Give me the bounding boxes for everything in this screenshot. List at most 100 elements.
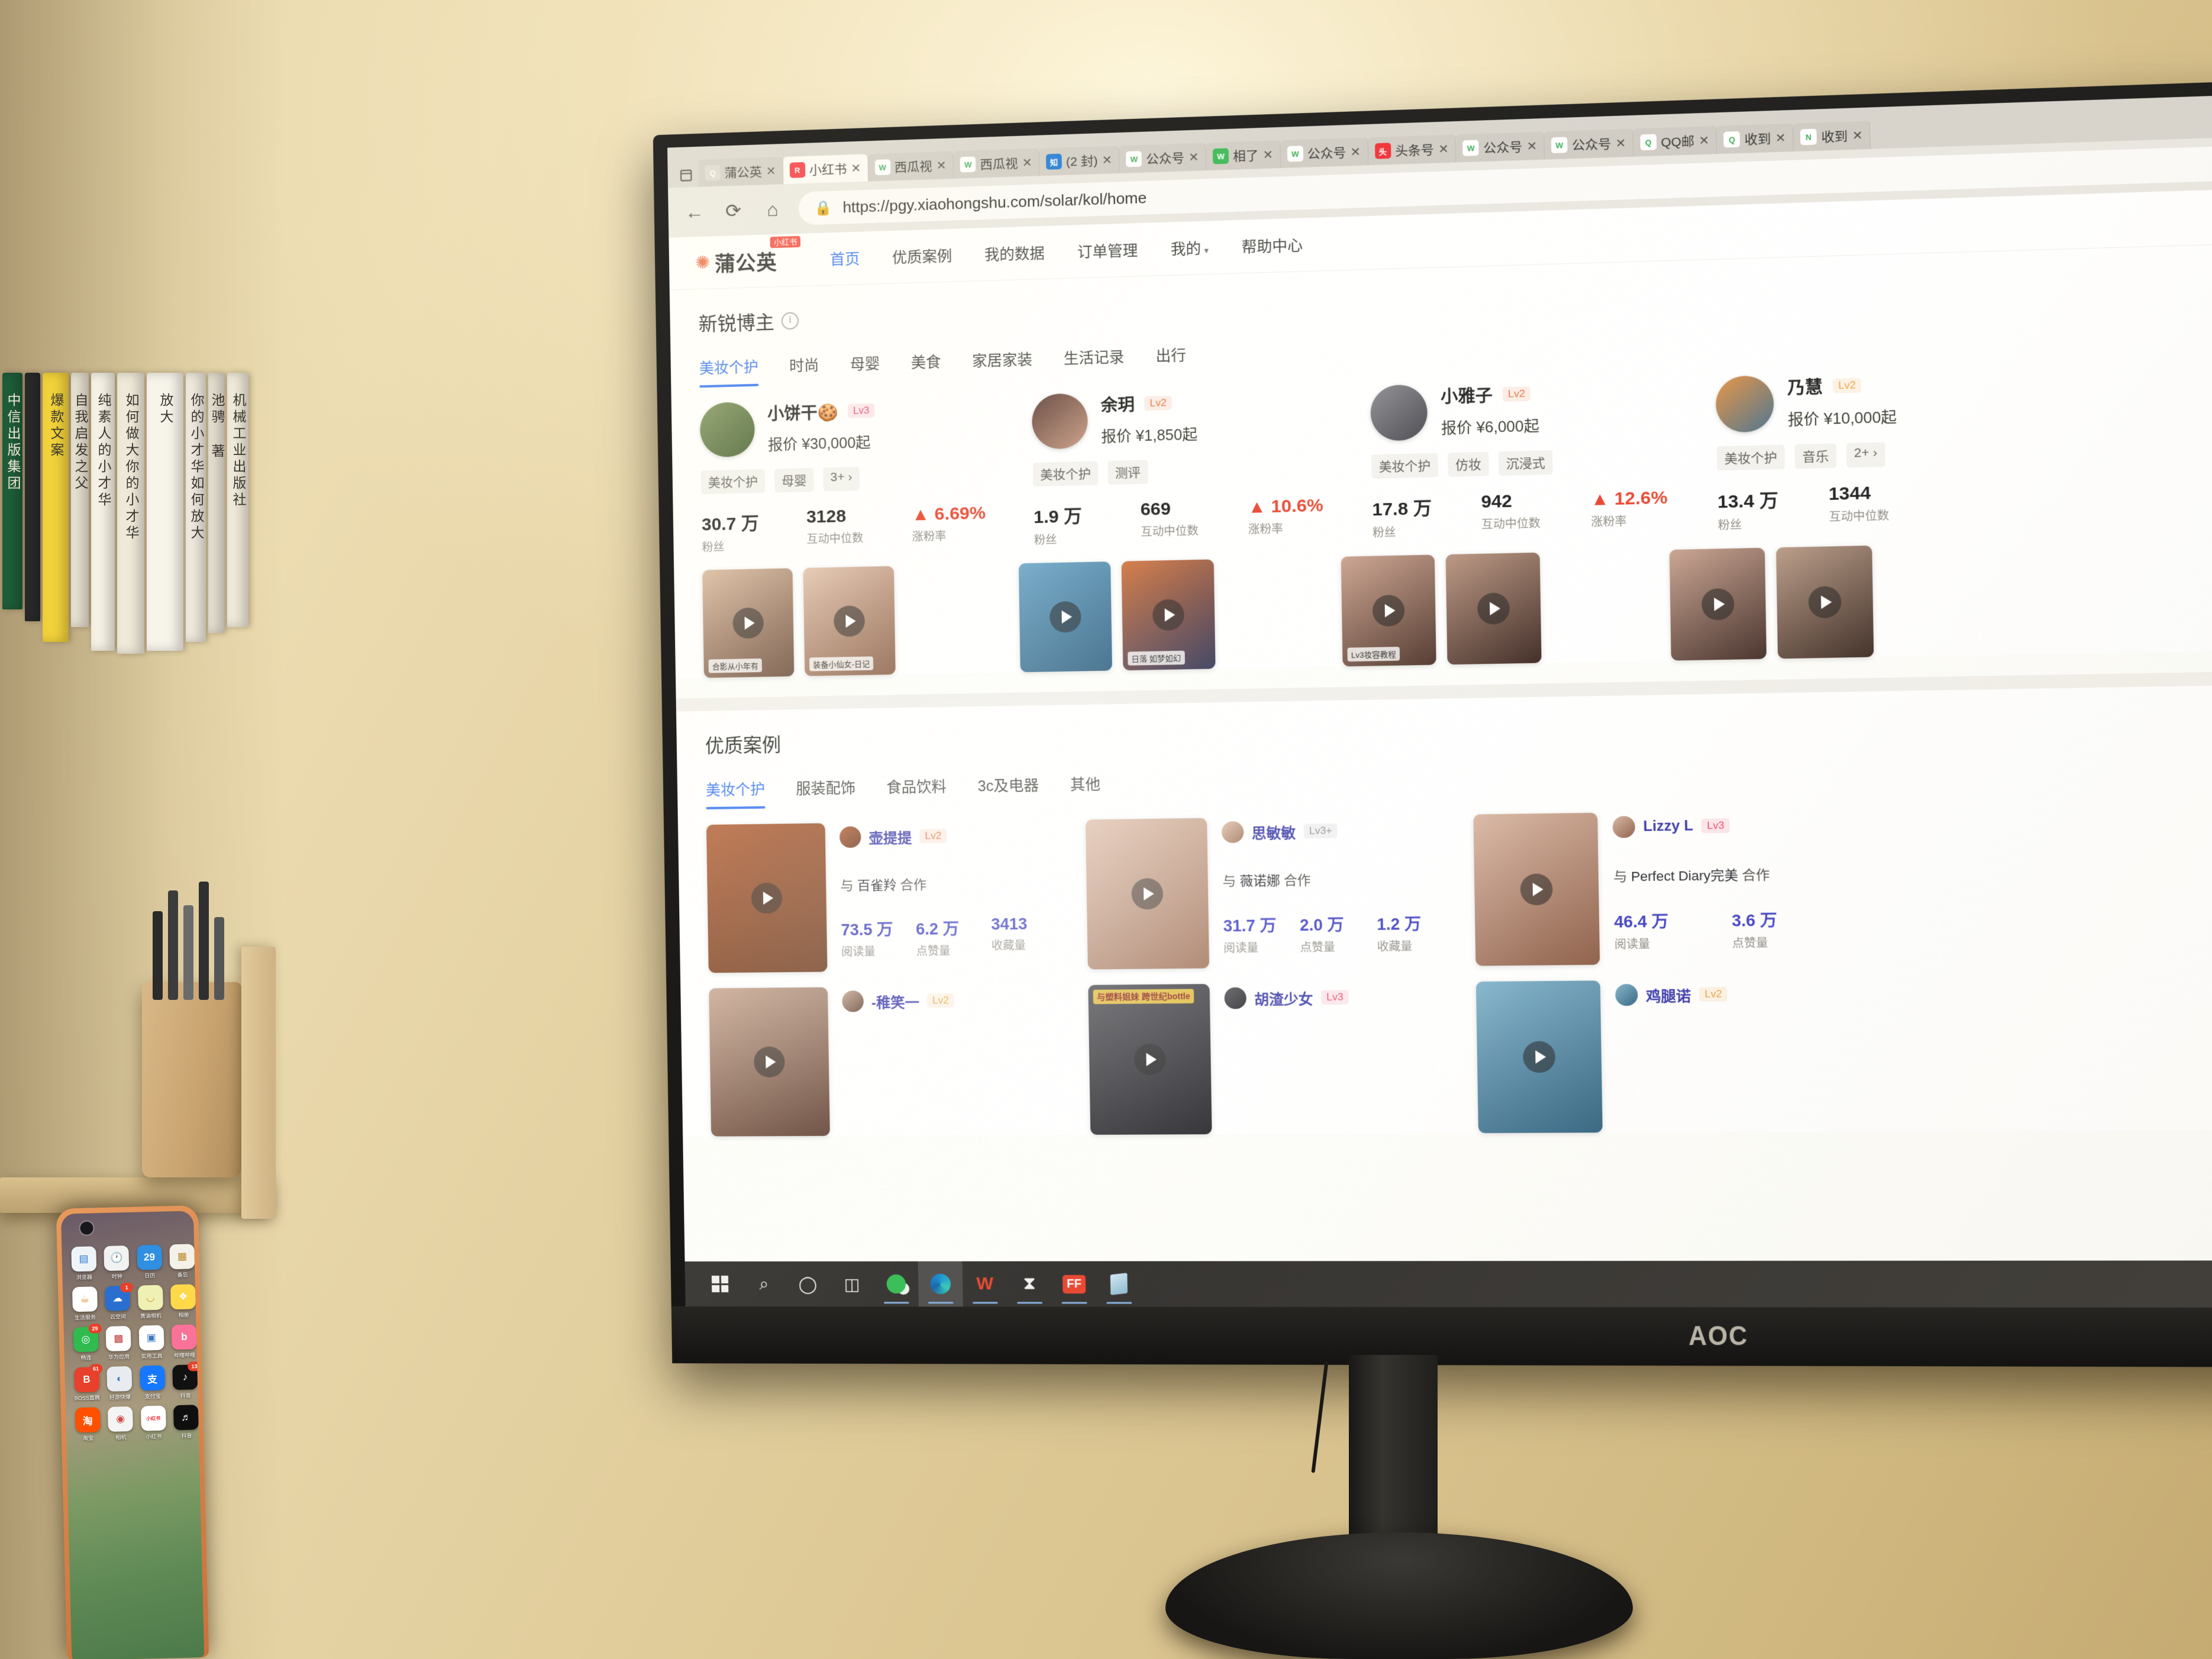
case-tab-食品饮料[interactable]: 食品饮料 [886, 774, 965, 806]
browser-tab[interactable]: W 公众号 ✕ [1455, 131, 1545, 163]
blogger-card[interactable]: 小雅子 Lv2 报价 ¥6,000起 美妆个护 仿妆 沉浸式 17.8 万粉丝 942 互动中位… [1370, 377, 1718, 540]
phone-app[interactable]: ♪ 13 抖音 [170, 1361, 201, 1399]
phone-app[interactable]: 支支付宝 [137, 1365, 167, 1400]
tab-close-icon[interactable]: ✕ [1698, 133, 1709, 148]
blogger-tag[interactable]: 母婴 [774, 467, 814, 493]
edge-browser-app[interactable] [918, 1261, 963, 1307]
tab-close-icon[interactable]: ✕ [1438, 141, 1449, 157]
video-thumbnail[interactable] [1445, 552, 1542, 665]
phone-app[interactable]: ◐ 好游快爆 [105, 1366, 135, 1401]
start-button[interactable] [697, 1261, 742, 1306]
phone-app[interactable]: ◡ 黄油相机 [135, 1284, 166, 1320]
blogger-tag[interactable]: 音乐 [1794, 443, 1837, 469]
case-tab-服装配饰[interactable]: 服装配饰 [796, 776, 874, 808]
tab-close-icon[interactable]: ✕ [1263, 147, 1274, 162]
blogger-tab-出行[interactable]: 出行 [1155, 343, 1205, 376]
video-thumbnail[interactable]: Lv3妆容教程 [1341, 554, 1436, 667]
phone-app[interactable]: ◎ 29 畅连 [71, 1324, 102, 1361]
tab-close-icon[interactable]: ✕ [766, 163, 776, 179]
tab-list-icon[interactable] [673, 163, 699, 188]
video-thumbnail[interactable]: 装备小仙女-日记 [803, 566, 896, 676]
nav-link-我的数据[interactable]: 我的数据 [968, 241, 1061, 265]
browser-tab[interactable]: Q QQ邮 ✕ [1633, 125, 1717, 157]
play-icon[interactable] [1049, 601, 1081, 633]
blogger-tag[interactable]: 美妆个护 [1032, 461, 1099, 487]
tab-close-icon[interactable]: ✕ [1350, 144, 1361, 160]
play-icon[interactable] [732, 607, 764, 639]
back-arrow-icon[interactable]: ← [681, 198, 708, 225]
blogger-tag[interactable]: 2+ › [1846, 442, 1885, 468]
phone-app[interactable]: ▤ 浏览器 [69, 1246, 99, 1281]
case-image[interactable] [709, 987, 830, 1137]
play-icon[interactable] [1808, 586, 1842, 619]
phone-app[interactable]: 🕐 时钟 [102, 1245, 132, 1280]
nav-link-优质案例[interactable]: 优质案例 [876, 244, 968, 268]
browser-tab[interactable]: Q 收到 ✕ [1716, 123, 1794, 154]
blogger-tag[interactable]: 仿妆 [1448, 451, 1489, 477]
video-thumbnail[interactable] [1018, 561, 1112, 673]
case-card[interactable]: 思敏敏 Lv3+ 与 薇诺娜 合作 31.7 万阅读量 2.0 万点赞量 1.2 万收藏量 [1085, 815, 1455, 970]
ff-app[interactable]: FF [1051, 1261, 1097, 1307]
tab-close-icon[interactable]: ✕ [1775, 130, 1786, 146]
case-card[interactable]: Lizzy L Lv3 与 Perfect Diary完美 合作 46.4 万阅读量 3… [1473, 809, 1851, 966]
play-icon[interactable] [1477, 592, 1510, 625]
case-card[interactable]: 鸡腿诺 Lv2 [1475, 979, 1853, 1134]
case-image[interactable] [1085, 818, 1210, 970]
play-icon[interactable] [1701, 588, 1735, 621]
blogger-tab-美食[interactable]: 美食 [911, 350, 960, 382]
blogger-tab-母婴[interactable]: 母婴 [850, 351, 899, 383]
nav-link-首页[interactable]: 首页 [813, 247, 876, 270]
case-image[interactable]: 与塑料姐妹 跨世纪bottle [1088, 984, 1212, 1135]
phone-app[interactable]: ▩ 华为应用 [104, 1326, 134, 1361]
task-view-button[interactable]: ◫ [829, 1261, 874, 1306]
phone-app[interactable]: 29 日历 [134, 1244, 164, 1280]
tab-close-icon[interactable]: ✕ [936, 158, 947, 173]
blogger-tag[interactable]: 美妆个护 [700, 469, 766, 495]
info-icon[interactable]: i [781, 311, 799, 330]
browser-tab[interactable]: W 西瓜视 ✕ [953, 148, 1040, 179]
tab-close-icon[interactable]: ✕ [851, 160, 861, 176]
phone-app[interactable]: ◉ 相机 [105, 1406, 135, 1441]
play-icon[interactable] [1134, 1044, 1166, 1076]
browser-tab[interactable]: W 公众号 ✕ [1119, 143, 1207, 173]
video-thumbnail[interactable] [1776, 546, 1874, 659]
phone-app[interactable]: ♬ 抖音 [171, 1405, 201, 1439]
browser-tab[interactable]: N 收到 ✕ [1793, 121, 1871, 152]
tab-close-icon[interactable]: ✕ [1852, 128, 1863, 143]
blogger-card[interactable]: 小饼干🍪 Lv3 报价 ¥30,000起 美妆个护 母婴 3+ › 30.7 万粉丝 3128… [699, 395, 1034, 555]
blogger-tag[interactable]: 美妆个护 [1716, 444, 1785, 471]
phone-app[interactable]: B 61 BOSS直聘 [72, 1364, 103, 1402]
browser-tab[interactable]: R 小红书 ✕ [783, 154, 868, 185]
phone-app[interactable]: ☕ 生活服务 [70, 1286, 100, 1321]
case-card[interactable]: -稚笑一 Lv2 [709, 985, 1070, 1137]
video-thumbnail[interactable]: 合影从小年有 [702, 568, 795, 678]
play-icon[interactable] [1152, 599, 1185, 631]
phone-screen[interactable]: ▤ 浏览器 🕐 时钟 29 日历 ▦ 备忘 ☕ 生活服务 ☁ 1 云空间 ◡ 黄油相机 ❖ 相册 ◎ 29 畅连 ▩ 华为… [60, 1211, 205, 1659]
browser-tab[interactable]: W 公众号 ✕ [1280, 137, 1368, 169]
play-icon[interactable] [1520, 873, 1553, 906]
phone-app[interactable]: ▦ 备忘 [167, 1244, 198, 1279]
play-icon[interactable] [751, 882, 783, 914]
nav-link-帮助中心[interactable]: 帮助中心 [1225, 233, 1319, 257]
blogger-card[interactable]: 余玥 Lv2 报价 ¥1,850起 美妆个护 测评 1.9 万粉丝 669 互动中位数 ▲ 10… [1031, 386, 1373, 548]
play-icon[interactable] [1522, 1041, 1556, 1073]
case-card[interactable]: 壶提提 Lv2 与 百雀羚 合作 73.5 万阅读量 6.2 万点赞量 3413 收藏量 [706, 820, 1067, 973]
browser-tab[interactable]: 头头条号 ✕ [1368, 134, 1457, 166]
phone-app[interactable]: ☁ 1 云空间 [102, 1282, 134, 1321]
reload-icon[interactable]: ⟳ [720, 197, 747, 224]
cortana-button[interactable]: ◯ [786, 1261, 831, 1306]
wps-app[interactable]: W [963, 1261, 1007, 1307]
tab-close-icon[interactable]: ✕ [1526, 138, 1537, 154]
tab-close-icon[interactable]: ✕ [1189, 150, 1199, 165]
nav-link-我的[interactable]: 我的 ▾ [1154, 236, 1225, 260]
blogger-tag[interactable]: 测评 [1107, 460, 1148, 485]
case-image[interactable] [1473, 812, 1600, 966]
wechat-app[interactable] [874, 1261, 919, 1307]
case-tab-美妆个护[interactable]: 美妆个护 [706, 777, 783, 809]
home-icon[interactable]: ⌂ [759, 196, 786, 223]
blogger-tab-美妆个护[interactable]: 美妆个护 [699, 355, 777, 388]
phone-app[interactable]: 小红书 小红书 [138, 1405, 169, 1441]
case-image[interactable] [1475, 980, 1603, 1134]
nav-link-订单管理[interactable]: 订单管理 [1061, 238, 1154, 263]
search-button[interactable]: ⌕ [742, 1261, 786, 1306]
